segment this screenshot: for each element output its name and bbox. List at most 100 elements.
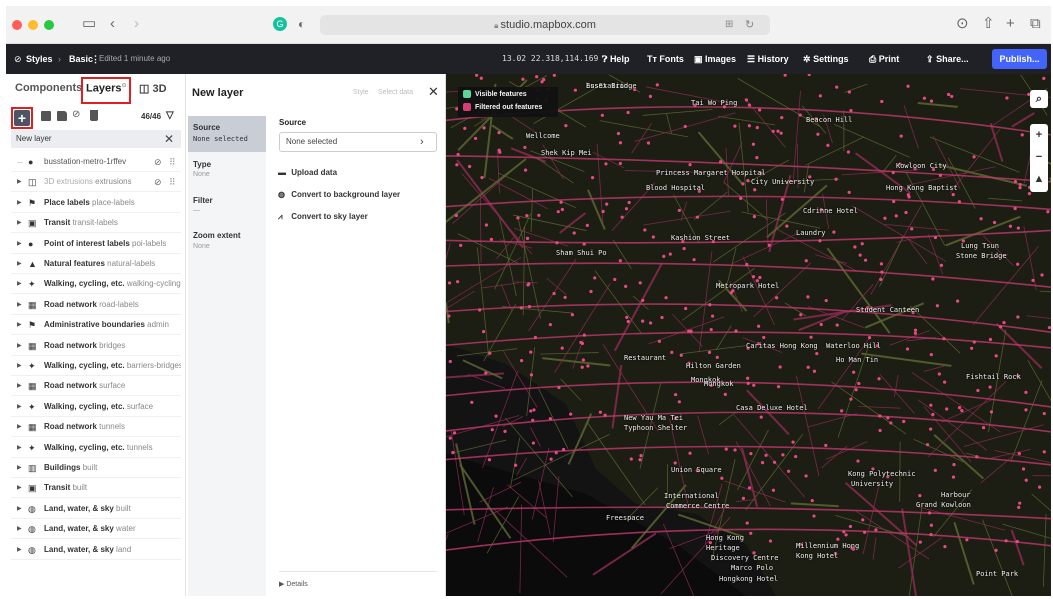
styles-link[interactable]: Styles	[26, 44, 53, 74]
layer-name: Place labels place-labels	[44, 193, 135, 212]
select-data-tab[interactable]: Select data	[378, 89, 413, 96]
share-sheet-icon[interactable]: ⇧	[982, 14, 995, 34]
layer-row[interactable]: ▶ ▣ Transit transit-labels	[11, 213, 181, 234]
help-button[interactable]: ❓︎ Help	[602, 44, 629, 74]
layer-row[interactable]: ▶ ◍ Land, water, & sky water	[11, 519, 181, 540]
nav-filter-label[interactable]: Filter	[193, 196, 213, 205]
layer-row[interactable]: ▶ ◍ Land, water, & sky land	[11, 540, 181, 560]
download-icon[interactable]: ⊙	[956, 14, 969, 34]
expand-caret-icon[interactable]: ▶	[17, 397, 22, 416]
expand-caret-icon[interactable]: ▶	[17, 417, 22, 436]
nav-type-label[interactable]: Type	[193, 160, 211, 169]
filter-icon[interactable]: ▽	[166, 110, 174, 121]
maximize-window-button[interactable]	[44, 20, 54, 30]
expand-caret-icon[interactable]: ▶	[17, 336, 22, 355]
sidebar-toggle-icon[interactable]: ▭	[82, 14, 96, 34]
privacy-shield-icon[interactable]: ◐	[298, 14, 305, 34]
layer-search-input[interactable]: New layer ✕	[11, 130, 181, 148]
back-icon[interactable]: ‹	[110, 14, 115, 34]
layer-row[interactable]: ▶ ▥ Buildings built	[11, 458, 181, 478]
details-toggle[interactable]: ▶ Details	[279, 571, 437, 588]
trash-icon[interactable]	[90, 110, 98, 121]
expand-caret-icon[interactable]: ▶	[17, 540, 22, 559]
duplicate-layer-icon[interactable]	[41, 111, 51, 121]
settings-button[interactable]: ✲ Settings	[803, 44, 849, 74]
layer-row[interactable]: ▶ ◍ Land, water, & sky built	[11, 499, 181, 519]
layer-row[interactable]: ▶ ⚑ Place labels place-labels	[11, 193, 181, 213]
subnav-source[interactable]	[188, 116, 266, 152]
expand-caret-icon[interactable]: ▶	[17, 274, 22, 293]
translate-icon[interactable]: ⊞	[725, 15, 733, 35]
zoom-in-button[interactable]: +	[1030, 124, 1048, 146]
source-select[interactable]: None selected ›	[279, 132, 437, 152]
layer-row[interactable]: ▶ ▦ Road network surface	[11, 376, 181, 397]
mapbox-logo-icon[interactable]: ⊘	[14, 44, 22, 74]
expand-caret-icon[interactable]: …	[17, 152, 23, 171]
layer-row[interactable]: ▶ ▦ Road network bridges	[11, 336, 181, 356]
address-bar[interactable]: 🔒︎ studio.mapbox.com ⊞ ↻	[320, 15, 770, 35]
share-button[interactable]: ⇪ Share...	[926, 44, 969, 74]
expand-caret-icon[interactable]: ▶	[17, 213, 22, 232]
tab-overview-icon[interactable]: ⧉	[1030, 14, 1041, 34]
style-name[interactable]: Basic	[69, 44, 93, 74]
clear-search-icon[interactable]: ✕	[164, 130, 174, 148]
layer-row[interactable]: ▶ ▲ Natural features natural-labels	[11, 254, 181, 274]
expand-caret-icon[interactable]: ▶	[17, 478, 22, 497]
layer-row[interactable]: ▶ ⚑ Administrative boundaries admin	[11, 315, 181, 336]
minimize-window-button[interactable]	[28, 20, 38, 30]
layer-row[interactable]: ▶ ✦ Walking, cycling, etc. walking-cycling…	[11, 274, 181, 295]
close-window-button[interactable]	[12, 20, 22, 30]
hide-layer-icon[interactable]: ⊘	[72, 109, 80, 120]
layer-row[interactable]: ▶ ▣ Transit built	[11, 478, 181, 499]
map-search-button[interactable]: ⌕	[1030, 90, 1048, 108]
fonts-button[interactable]: Tт Fonts	[647, 44, 684, 74]
zoom-out-button[interactable]: −	[1030, 146, 1048, 168]
legend-label: Filtered out features	[475, 103, 543, 111]
expand-caret-icon[interactable]: ▶	[17, 499, 22, 518]
expand-caret-icon[interactable]: ▶	[17, 519, 22, 538]
print-button[interactable]: ⎙ Print	[869, 44, 899, 74]
folder-icon[interactable]	[57, 111, 67, 121]
layer-row[interactable]: ▶ ◫ 3D extrusions extrusions ⊘ ⠿	[11, 172, 181, 193]
grammarly-icon[interactable]: G	[273, 17, 287, 31]
convert-sky-button[interactable]: ⩘ Convert to sky layer	[278, 210, 430, 224]
close-panel-icon[interactable]: ✕	[428, 84, 439, 100]
hide-layer-icon[interactable]: ⊘	[154, 152, 162, 171]
tab-components[interactable]: Components	[15, 82, 82, 94]
expand-caret-icon[interactable]: ▶	[17, 295, 22, 314]
layer-row[interactable]: … ● busstation-metro-1rffev ⊘ ⠿	[11, 152, 181, 172]
layer-title: Point of interest labels	[44, 238, 130, 248]
hide-layer-icon[interactable]: ⊘	[154, 172, 162, 191]
reload-icon[interactable]: ↻	[745, 15, 754, 35]
expand-caret-icon[interactable]: ▶	[17, 234, 22, 253]
layer-row[interactable]: ▶ ▦ Road network road-labels	[11, 295, 181, 315]
expand-caret-icon[interactable]: ▶	[17, 356, 22, 375]
layer-row[interactable]: ▶ ✦ Walking, cycling, etc. barriers-bridge…	[11, 356, 181, 376]
tab-3d[interactable]: ◫ 3D	[139, 82, 167, 95]
expand-caret-icon[interactable]: ▶	[17, 438, 22, 457]
expand-caret-icon[interactable]: ▶	[17, 315, 22, 334]
convert-background-button[interactable]: ◍ Convert to background layer	[278, 188, 430, 202]
forward-icon[interactable]: ›	[134, 14, 139, 34]
expand-caret-icon[interactable]: ▶	[17, 254, 22, 273]
expand-caret-icon[interactable]: ▶	[17, 376, 22, 395]
publish-button[interactable]: Publish...	[992, 49, 1047, 69]
history-button[interactable]: ☰ History	[747, 44, 789, 74]
expand-caret-icon[interactable]: ▶	[17, 172, 22, 191]
expand-caret-icon[interactable]: ▶	[17, 458, 22, 477]
layer-row[interactable]: ▶ ▦ Road network tunnels	[11, 417, 181, 438]
upload-data-button[interactable]: ▬ Upload data	[278, 166, 430, 180]
images-button[interactable]: ▣ Images	[694, 44, 736, 74]
map-canvas[interactable]: Visible features Filtered out features bu…	[446, 74, 1051, 596]
drag-handle-icon[interactable]: ⠿	[169, 172, 176, 191]
compass-icon[interactable]: ▲	[1030, 168, 1048, 190]
style-tab[interactable]: Style	[353, 89, 369, 96]
nav-zoom-label[interactable]: Zoom extent	[193, 231, 241, 240]
layer-row[interactable]: ▶ ● Point of interest labels poi-labels	[11, 234, 181, 254]
layer-row[interactable]: ▶ ✦ Walking, cycling, etc. surface	[11, 397, 181, 417]
drag-handle-icon[interactable]: ⠿	[169, 152, 176, 171]
layer-source: natural-labels	[107, 259, 156, 268]
expand-caret-icon[interactable]: ▶	[17, 193, 22, 212]
layer-row[interactable]: ▶ ✦ Walking, cycling, etc. tunnels	[11, 438, 181, 458]
new-tab-icon[interactable]: +	[1006, 14, 1015, 34]
